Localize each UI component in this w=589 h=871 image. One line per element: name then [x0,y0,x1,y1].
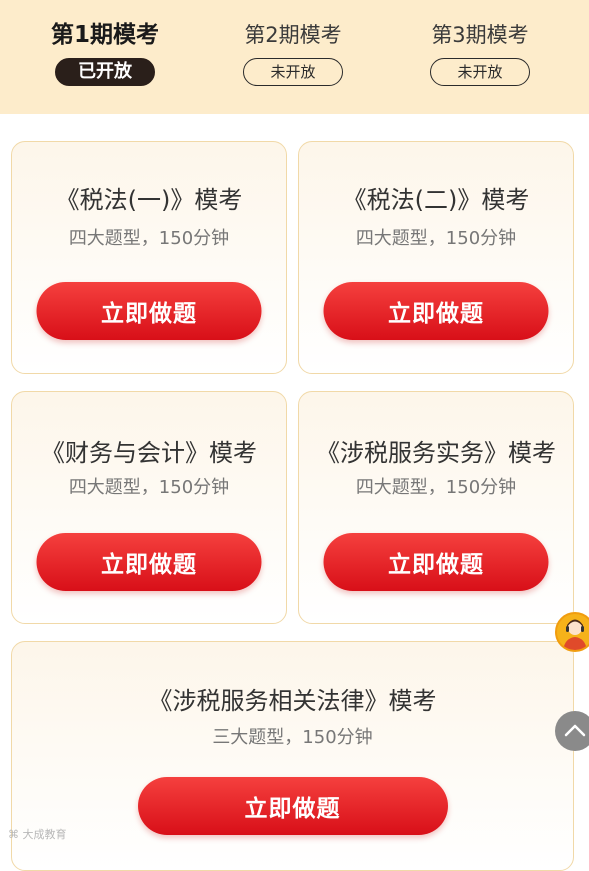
start-exam-button[interactable]: 立即做题 [36,533,262,591]
scroll-to-top-button[interactable] [555,711,589,751]
exam-title: 《税法(二)》模考 [342,186,530,214]
period-title: 第1期模考 [50,22,159,48]
exam-title: 《财务与会计》模考 [41,439,257,467]
exam-title: 《涉税服务实务》模考 [316,439,556,467]
period-tab-3[interactable]: 第3期模考 未开放 [385,0,575,114]
exam-subtitle: 三大题型，150分钟 [212,727,373,748]
period-title: 第3期模考 [431,23,529,47]
chevron-up-icon [564,724,586,737]
exam-card-tax-service-law: 《涉税服务相关法律》模考 三大题型，150分钟 立即做题 [11,641,574,871]
exam-subtitle: 四大题型，150分钟 [68,477,230,498]
exam-card-finance-accounting: 《财务与会计》模考 四大题型，150分钟 立即做题 [11,391,287,624]
period-tabs: 第1期模考 已开放 第2期模考 未开放 第3期模考 未开放 [0,0,589,114]
period-tab-1[interactable]: 第1期模考 已开放 [10,0,200,114]
customer-service-avatar-icon[interactable] [555,612,589,652]
period-status-badge: 未开放 [430,58,530,86]
watermark-text: 大成教育 [22,828,67,841]
period-status-badge: 未开放 [243,58,343,86]
exam-title: 《涉税服务相关法律》模考 [148,687,437,715]
start-exam-button[interactable]: 立即做题 [323,533,549,591]
exam-card-tax-law-2: 《税法(二)》模考 四大题型，150分钟 立即做题 [298,141,574,374]
watermark-icon: ⌘ [8,828,19,841]
period-status-badge: 已开放 [55,58,155,86]
start-exam-button[interactable]: 立即做题 [323,282,549,340]
exam-subtitle: 四大题型，150分钟 [355,477,517,498]
exam-subtitle: 四大题型，150分钟 [355,228,517,249]
start-exam-button[interactable]: 立即做题 [36,282,262,340]
exam-card-tax-service-practice: 《涉税服务实务》模考 四大题型，150分钟 立即做题 [298,391,574,624]
period-title: 第2期模考 [244,23,342,47]
exam-subtitle: 四大题型，150分钟 [68,228,230,249]
exam-card-tax-law-1: 《税法(一)》模考 四大题型，150分钟 立即做题 [11,141,287,374]
start-exam-button[interactable]: 立即做题 [137,777,448,835]
exam-title: 《税法(一)》模考 [55,186,243,214]
period-tab-2[interactable]: 第2期模考 未开放 [198,0,388,114]
watermark: ⌘ 大成教育 [8,826,67,842]
